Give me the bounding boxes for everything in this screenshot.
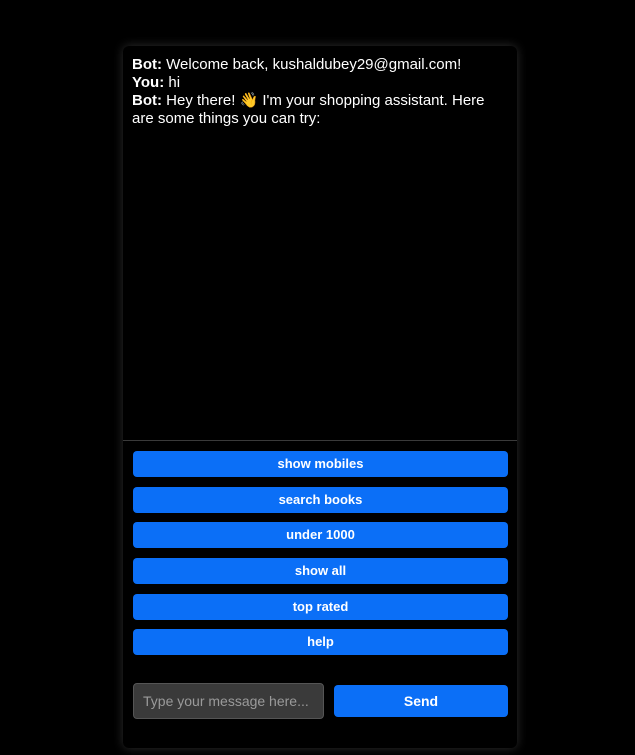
- suggestion-button-under-1000[interactable]: under 1000: [133, 522, 508, 549]
- message-sender: Bot:: [132, 92, 162, 109]
- message-input-row: Send: [133, 683, 508, 719]
- suggestion-button-show-mobiles[interactable]: show mobiles: [133, 451, 508, 477]
- message-sender: You:: [132, 74, 165, 91]
- message-sender: Bot:: [132, 56, 162, 73]
- divider: [123, 440, 517, 441]
- bot-message: Bot: Welcome back, kushaldubey29@gmail.c…: [132, 56, 507, 74]
- suggestion-button-show-all[interactable]: show all: [133, 558, 508, 585]
- suggestion-list: show mobiles search books under 1000 sho…: [133, 451, 508, 665]
- message-text: Welcome back, kushaldubey29@gmail.com!: [162, 56, 462, 73]
- message-input[interactable]: [133, 683, 324, 719]
- suggestion-button-search-books[interactable]: search books: [133, 486, 508, 513]
- suggestion-button-top-rated[interactable]: top rated: [133, 593, 508, 620]
- user-message: You: hi: [132, 74, 507, 92]
- suggestion-button-help[interactable]: help: [133, 629, 508, 656]
- message-text: hi: [164, 74, 181, 91]
- message-text: Hey there! 👋 I'm your shopping assistant…: [132, 92, 485, 127]
- bot-message: Bot: Hey there! 👋 I'm your shopping assi…: [132, 92, 507, 128]
- send-button[interactable]: Send: [334, 685, 508, 717]
- chat-container: Bot: Welcome back, kushaldubey29@gmail.c…: [123, 46, 517, 748]
- chat-log: Bot: Welcome back, kushaldubey29@gmail.c…: [123, 46, 517, 440]
